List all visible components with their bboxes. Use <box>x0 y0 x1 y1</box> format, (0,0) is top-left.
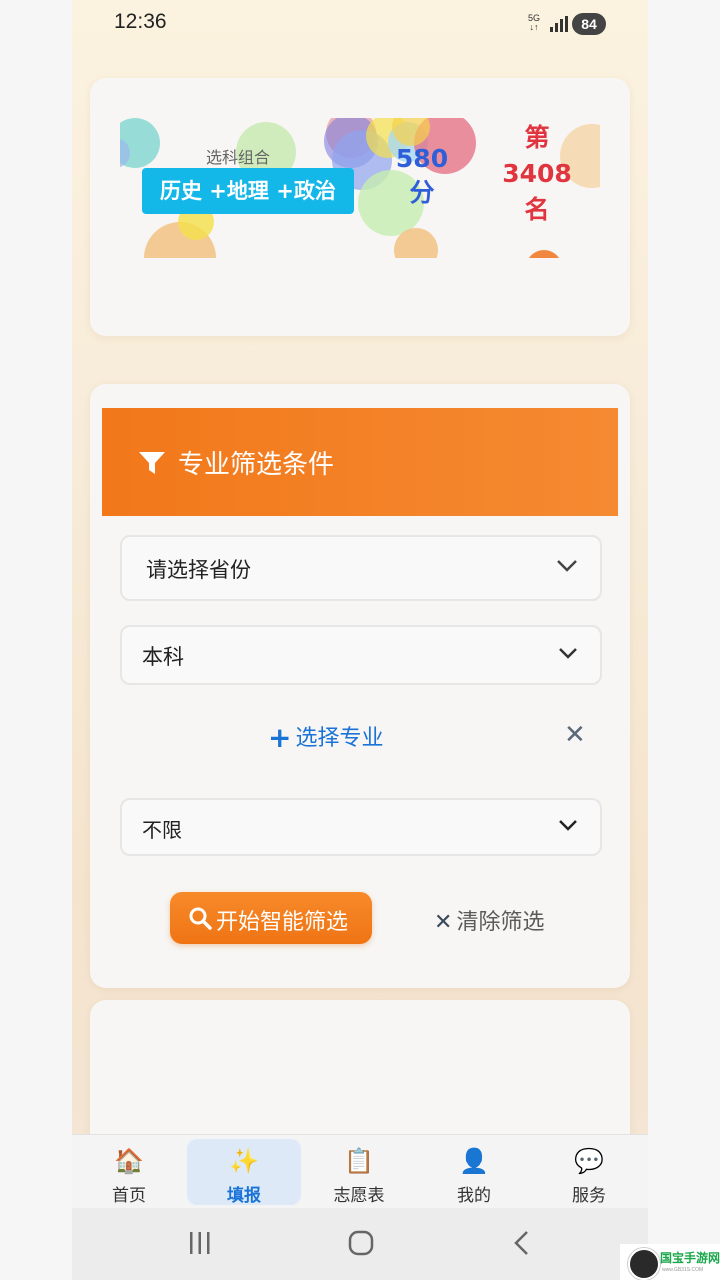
battery-badge: 84 <box>572 13 606 35</box>
recent-apps-icon[interactable] <box>188 1232 212 1254</box>
watermark-subtext: www.GB31S.COM <box>662 1267 704 1273</box>
filter-header: 专业筛选条件 <box>102 408 618 516</box>
chevron-down-icon <box>559 648 577 659</box>
tab-wish-list[interactable]: 📋 志愿表 <box>302 1135 416 1209</box>
filter-title: 专业筛选条件 <box>178 450 335 480</box>
sparkles-icon: ✨ <box>229 1147 259 1175</box>
score-value: 580 <box>395 144 449 173</box>
tab-label: 志愿表 <box>333 1186 385 1206</box>
search-icon <box>189 907 212 930</box>
close-icon[interactable]: ✕ <box>564 720 586 750</box>
clear-filter-button[interactable]: ✕ 清除筛选 <box>434 904 544 936</box>
status-time: 12:36 <box>114 10 167 33</box>
bottom-tab-bar: 🏠 首页 ✨ 填报 📋 志愿表 👤 我的 💬 服务 <box>72 1134 648 1209</box>
network-indicator: 5G ↓↑ <box>528 13 541 32</box>
province-select-value: 请选择省份 <box>146 558 251 582</box>
home-icon[interactable] <box>348 1230 374 1256</box>
select-major-button[interactable]: + 选择专业 <box>268 720 383 754</box>
site-watermark: 国宝手游网 www.GB31S.COM <box>620 1244 720 1280</box>
subject-combo-title: 选科组合 <box>206 148 271 167</box>
select-major-label: 选择专业 <box>295 726 384 751</box>
clipboard-icon: 📋 <box>344 1147 374 1175</box>
limit-select-value: 不限 <box>142 818 182 842</box>
chat-bubble-icon: 💬 <box>574 1147 604 1175</box>
rank-suffix: 名 <box>524 195 550 224</box>
signal-icon <box>550 16 568 32</box>
back-icon[interactable] <box>512 1230 530 1256</box>
user-icon: 👤 <box>459 1147 489 1175</box>
score-display: 580 分 <box>392 142 452 210</box>
clear-filter-label: 清除筛选 <box>456 910 545 935</box>
score-banner: 选科组合 历史 +地理 +政治 580 分 第 3408 名 <box>120 118 600 258</box>
app-screen: 12:36 5G ↓↑ 84 选科组合 历史 +地理 +政治 580 分 第 3… <box>72 0 648 1280</box>
network-label: 5G <box>528 13 541 23</box>
tab-apply[interactable]: ✨ 填报 <box>187 1139 301 1206</box>
status-bar: 12:36 5G ↓↑ 84 <box>72 0 648 48</box>
tab-home[interactable]: 🏠 首页 <box>72 1135 186 1209</box>
funnel-icon <box>139 452 165 474</box>
chevron-down-icon <box>557 560 577 572</box>
score-card: 选科组合 历史 +地理 +政治 580 分 第 3408 名 <box>90 78 630 336</box>
system-nav-bar <box>72 1208 648 1280</box>
filter-card: 专业筛选条件 请选择省份 本科 + 选择专业 ✕ 不限 开始智能筛选 ✕ 清除筛… <box>90 384 630 988</box>
watermark-text: 国宝手游网 <box>660 1251 720 1265</box>
panda-logo-icon <box>628 1248 660 1280</box>
province-select[interactable]: 请选择省份 <box>120 535 602 601</box>
tab-label: 填报 <box>227 1186 261 1206</box>
chevron-down-icon <box>559 820 577 831</box>
tab-label: 我的 <box>457 1186 491 1206</box>
tab-mine[interactable]: 👤 我的 <box>417 1135 531 1209</box>
rank-display: 第 3408 名 <box>496 120 578 228</box>
start-filter-button[interactable]: 开始智能筛选 <box>170 892 372 944</box>
rank-value: 3408 <box>502 159 572 188</box>
limit-select[interactable]: 不限 <box>120 798 602 856</box>
house-icon: 🏠 <box>114 1147 144 1175</box>
tab-service[interactable]: 💬 服务 <box>532 1135 646 1209</box>
close-icon: ✕ <box>434 910 453 935</box>
plus-icon: + <box>268 721 292 754</box>
tab-label: 服务 <box>572 1186 606 1206</box>
level-select[interactable]: 本科 <box>120 625 602 685</box>
tab-label: 首页 <box>112 1186 146 1206</box>
level-select-value: 本科 <box>142 645 184 669</box>
start-filter-label: 开始智能筛选 <box>216 910 349 935</box>
rank-prefix: 第 <box>524 123 550 152</box>
subject-combo-badge: 历史 +地理 +政治 <box>142 168 354 214</box>
score-unit: 分 <box>409 178 435 207</box>
